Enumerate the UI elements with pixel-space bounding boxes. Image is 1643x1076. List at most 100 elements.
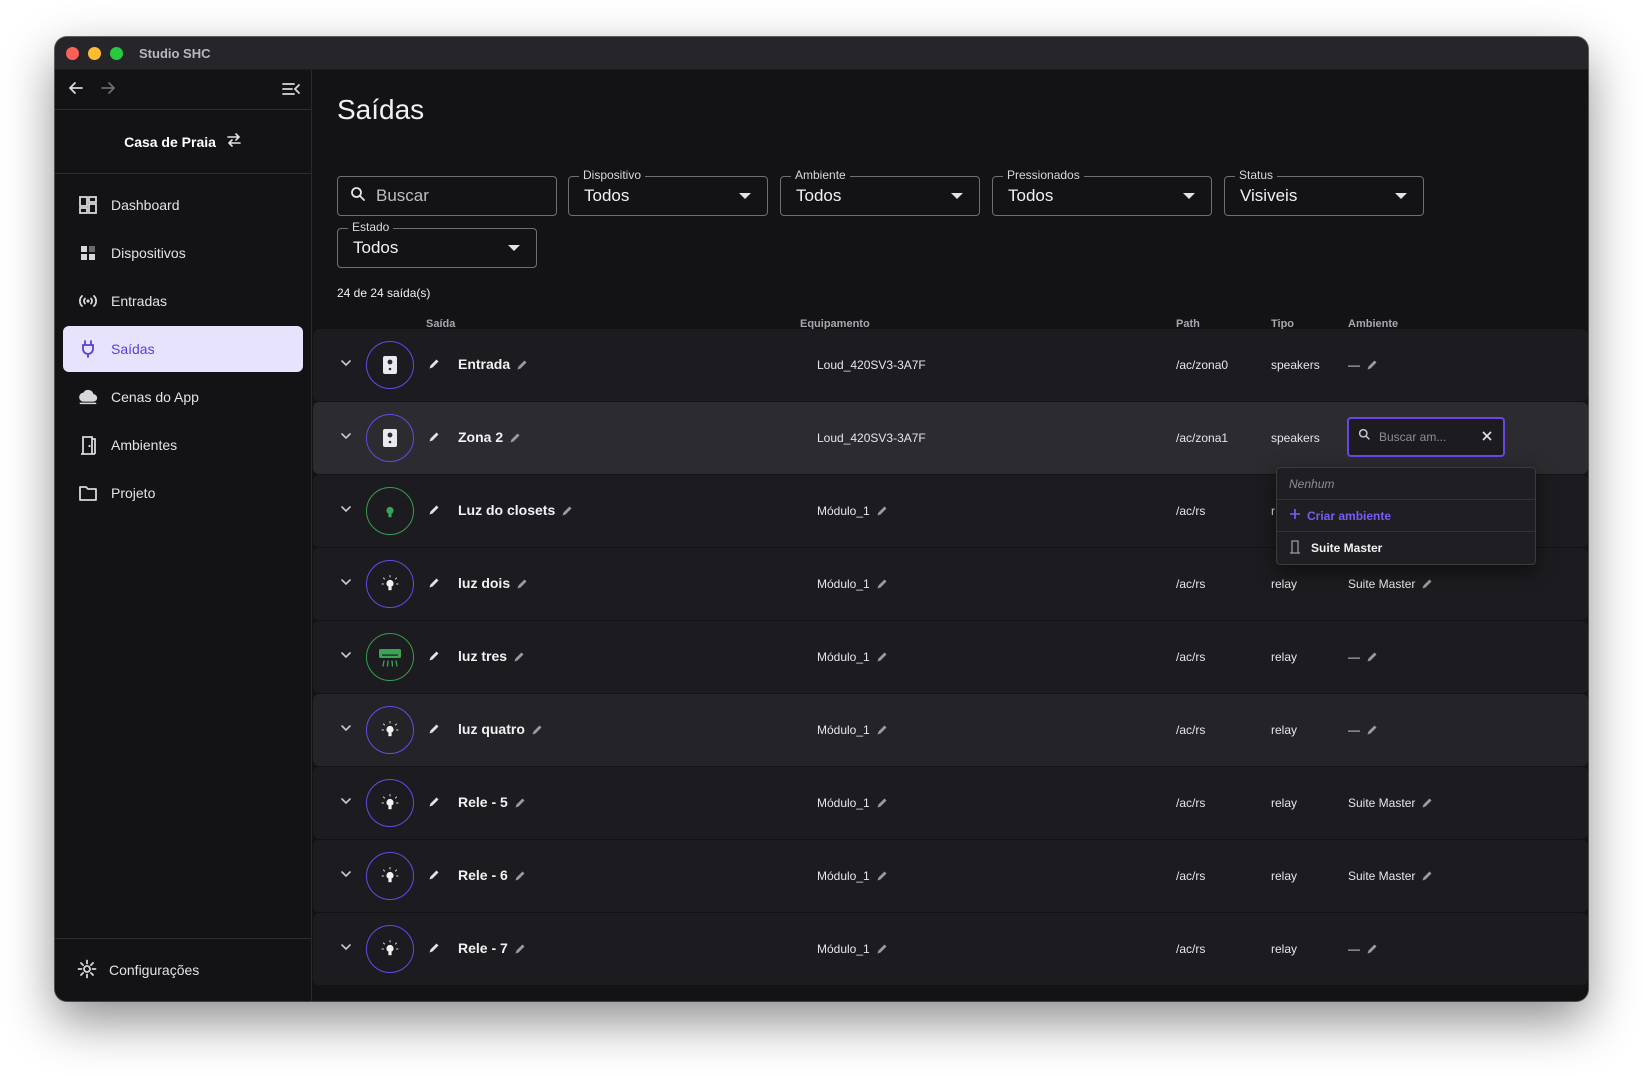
table-row[interactable]: Zona 2 Loud_420SV3-3A7F /ac/zona1 speake… — [313, 402, 1588, 474]
status-label: Status — [1235, 168, 1278, 182]
dispositivo-select[interactable]: Dispositivo Todos — [568, 168, 768, 216]
pencil-icon[interactable] — [1366, 943, 1378, 958]
expand-chevron-icon[interactable] — [339, 721, 353, 740]
row-tipo: speakers — [1271, 431, 1320, 445]
row-equipamento: Loud_420SV3-3A7F — [817, 358, 926, 372]
sidebar-item-ambientes[interactable]: Ambientes — [63, 422, 303, 468]
table-row[interactable]: Entrada Loud_420SV3-3A7F /ac/zona0 speak… — [313, 329, 1588, 401]
ambiente-select[interactable]: Ambiente Todos — [780, 168, 980, 216]
forward-arrow-icon[interactable] — [99, 79, 117, 101]
app-window: Studio SHC Casa de Praia Dashboard Dispo… — [55, 37, 1588, 1001]
expand-chevron-icon[interactable] — [339, 867, 353, 886]
edit-pencil-icon[interactable] — [428, 722, 440, 740]
sidebar-item-cenas[interactable]: Cenas do App — [63, 374, 303, 420]
minimize-window-button[interactable] — [88, 46, 101, 60]
expand-chevron-icon[interactable] — [339, 794, 353, 813]
pencil-icon[interactable] — [516, 577, 528, 593]
dropdown-option-suite-master[interactable]: Suite Master — [1277, 532, 1535, 564]
maximize-window-button[interactable] — [110, 46, 123, 60]
main-content: Saídas Buscar Dispositivo Todos Ambiente… — [313, 70, 1588, 1001]
expand-chevron-icon[interactable] — [339, 356, 353, 375]
back-arrow-icon[interactable] — [67, 79, 85, 101]
row-tipo: relay — [1271, 942, 1298, 956]
row-ambiente[interactable]: — — [1348, 723, 1378, 739]
row-ambiente[interactable]: — — [1348, 358, 1378, 374]
pencil-icon[interactable] — [876, 578, 888, 593]
search-input[interactable]: Buscar — [337, 176, 557, 216]
row-tipo: r — [1271, 504, 1275, 518]
pencil-icon[interactable] — [876, 943, 888, 958]
expand-chevron-icon[interactable] — [339, 940, 353, 959]
expand-chevron-icon[interactable] — [339, 502, 353, 521]
row-equipamento: Módulo_1 — [817, 796, 888, 812]
pencil-icon[interactable] — [516, 358, 528, 374]
edit-pencil-icon[interactable] — [428, 503, 440, 521]
row-ambiente[interactable]: Suite Master — [1348, 869, 1433, 885]
create-ambiente-option[interactable]: Criar ambiente — [1277, 500, 1535, 532]
row-path: /ac/rs — [1176, 723, 1206, 737]
expand-chevron-icon[interactable] — [339, 648, 353, 667]
ambiente-search-input[interactable]: Buscar am... — [1347, 417, 1505, 457]
edit-pencil-icon[interactable] — [428, 868, 440, 886]
pencil-icon[interactable] — [1366, 724, 1378, 739]
expand-chevron-icon[interactable] — [339, 429, 353, 448]
caret-down-icon — [1183, 193, 1195, 199]
row-ambiente[interactable]: — — [1348, 650, 1378, 666]
window-controls — [66, 46, 123, 60]
status-value: Visiveis — [1240, 186, 1298, 205]
row-ambiente-value: — — [1348, 723, 1360, 737]
edit-pencil-icon[interactable] — [428, 941, 440, 959]
status-select[interactable]: Status Visiveis — [1224, 168, 1424, 216]
dropdown-option-none[interactable]: Nenhum — [1277, 468, 1535, 500]
expand-chevron-icon[interactable] — [339, 575, 353, 594]
pencil-icon[interactable] — [514, 869, 526, 885]
pencil-icon[interactable] — [876, 505, 888, 520]
settings-label: Configurações — [109, 962, 200, 978]
sidebar-item-label: Cenas do App — [111, 389, 199, 405]
clear-icon[interactable] — [1481, 429, 1493, 446]
edit-pencil-icon[interactable] — [428, 649, 440, 667]
pencil-icon[interactable] — [1366, 359, 1378, 374]
edit-pencil-icon[interactable] — [428, 430, 440, 448]
sidebar-item-saidas[interactable]: Saídas — [63, 326, 303, 372]
row-ambiente[interactable]: — — [1348, 942, 1378, 958]
sidebar-item-dashboard[interactable]: Dashboard — [63, 182, 303, 228]
cloud-icon — [77, 386, 99, 408]
table-row[interactable]: luz quatro Módulo_1 /ac/rs relay — — [313, 694, 1588, 766]
pencil-icon[interactable] — [876, 870, 888, 885]
collapse-sidebar-icon[interactable] — [281, 80, 301, 103]
pencil-icon[interactable] — [514, 942, 526, 958]
row-ambiente[interactable]: Suite Master — [1348, 796, 1433, 812]
bulb-icon — [366, 779, 414, 827]
pencil-icon[interactable] — [514, 796, 526, 812]
edit-pencil-icon[interactable] — [428, 795, 440, 813]
table-row[interactable]: Rele - 6 Módulo_1 /ac/rs relay Suite Mas… — [313, 840, 1588, 912]
row-path: /ac/rs — [1176, 869, 1206, 883]
project-switcher[interactable]: Casa de Praia — [55, 110, 311, 174]
pencil-icon[interactable] — [509, 431, 521, 447]
pencil-icon[interactable] — [876, 724, 888, 739]
table-row[interactable]: Rele - 7 Módulo_1 /ac/rs relay — — [313, 913, 1588, 985]
pencil-icon[interactable] — [1366, 651, 1378, 666]
pressionados-select[interactable]: Pressionados Todos — [992, 168, 1212, 216]
table-row[interactable]: Rele - 5 Módulo_1 /ac/rs relay Suite Mas… — [313, 767, 1588, 839]
pencil-icon[interactable] — [513, 650, 525, 666]
edit-pencil-icon[interactable] — [428, 357, 440, 375]
edit-pencil-icon[interactable] — [428, 576, 440, 594]
row-ambiente[interactable]: Suite Master — [1348, 577, 1433, 593]
pencil-icon[interactable] — [1421, 870, 1433, 885]
pencil-icon[interactable] — [876, 797, 888, 812]
sidebar-item-entradas[interactable]: Entradas — [63, 278, 303, 324]
pencil-icon[interactable] — [1421, 578, 1433, 593]
close-window-button[interactable] — [66, 46, 79, 60]
estado-select[interactable]: Estado Todos — [337, 220, 537, 268]
pencil-icon[interactable] — [876, 651, 888, 666]
sidebar-item-projeto[interactable]: Projeto — [63, 470, 303, 516]
pencil-icon[interactable] — [1421, 797, 1433, 812]
table-row[interactable]: luz tres Módulo_1 /ac/rs relay — — [313, 621, 1588, 693]
sidebar-item-dispositivos[interactable]: Dispositivos — [63, 230, 303, 276]
pencil-icon[interactable] — [531, 723, 543, 739]
pencil-icon[interactable] — [561, 504, 573, 520]
settings-item[interactable]: Configurações — [55, 938, 311, 1001]
row-equipamento: Módulo_1 — [817, 869, 888, 885]
